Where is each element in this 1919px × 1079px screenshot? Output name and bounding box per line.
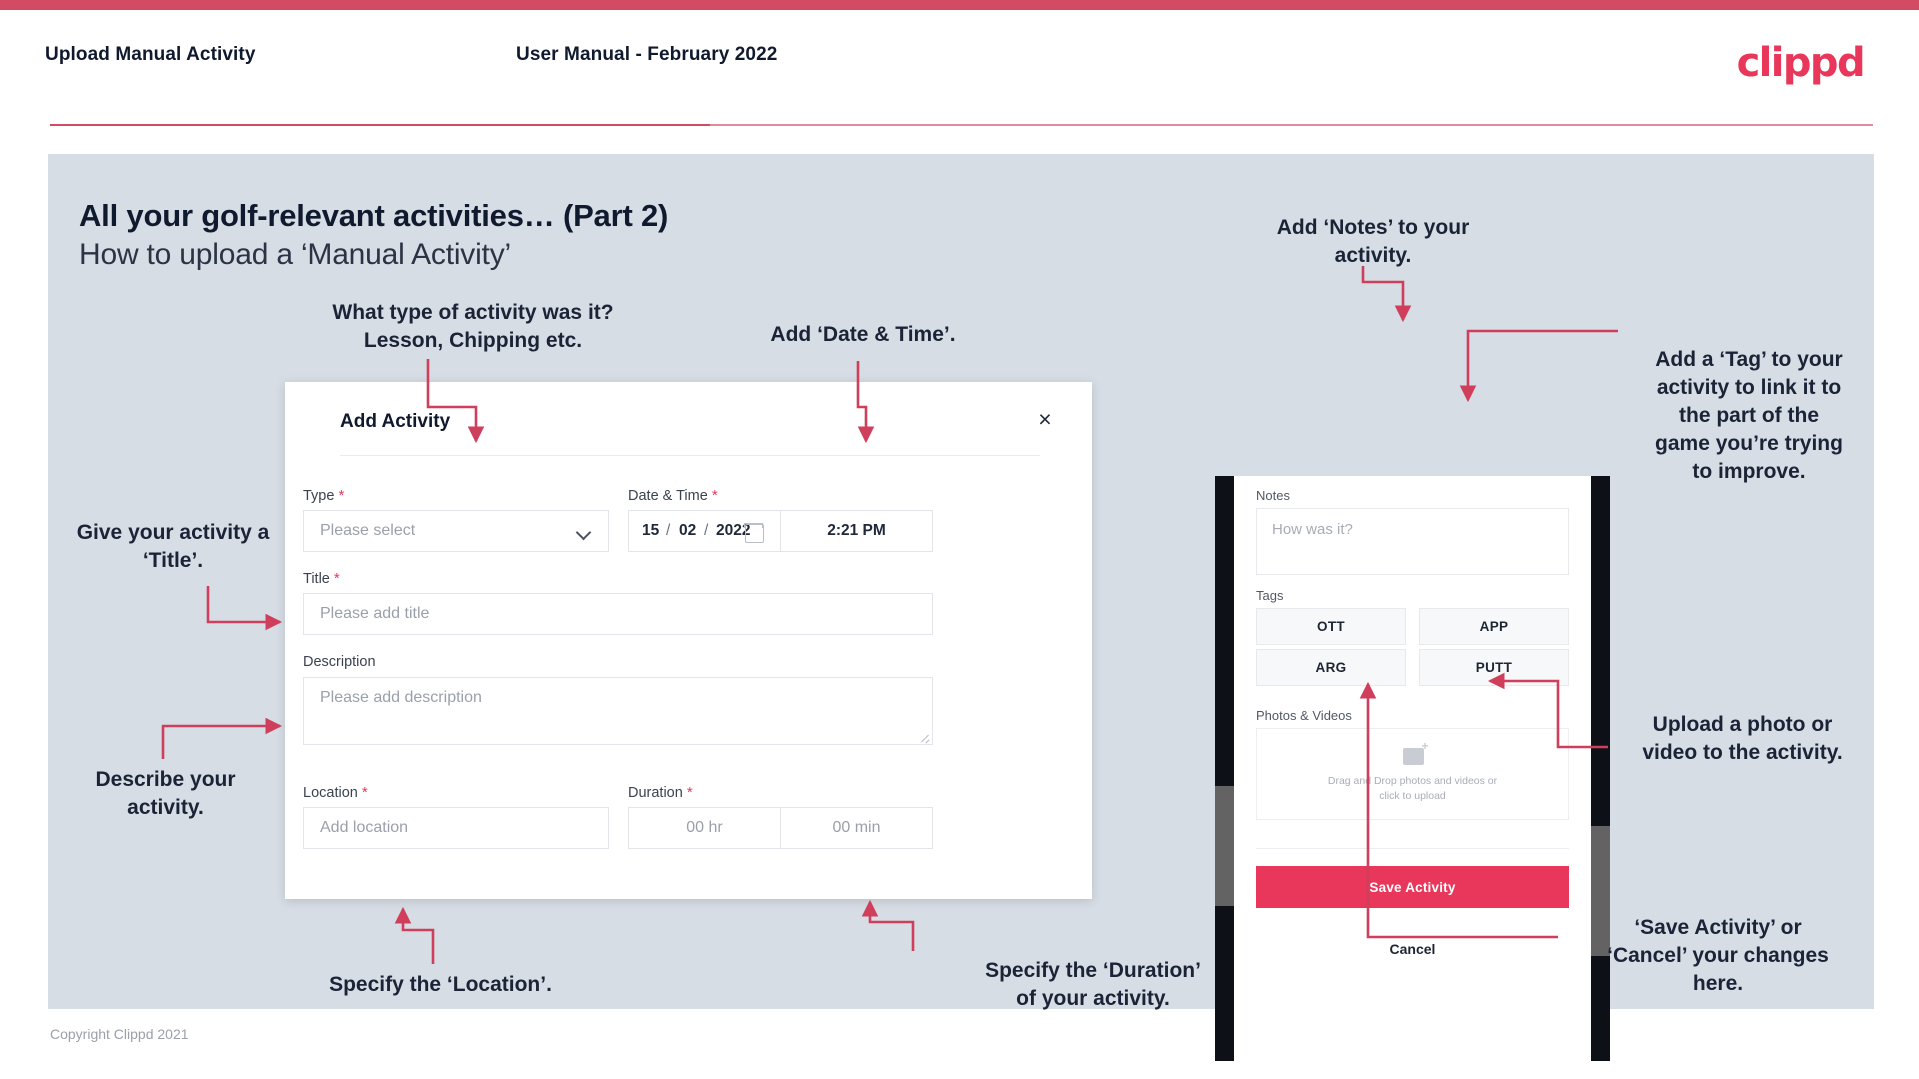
image-upload-icon (1402, 739, 1429, 765)
chevron-down-icon (576, 524, 592, 540)
annotation-location: Specify the ‘Location’. (329, 973, 552, 996)
tag-putt-label: PUTT (1475, 660, 1513, 675)
duration-label-text: Duration (628, 785, 683, 801)
location-label-text: Location (303, 785, 358, 801)
document-subtitle: User Manual - February 2022 (516, 44, 778, 65)
tag-arg[interactable]: ARG (1256, 649, 1406, 686)
duration-minutes-placeholder: 00 min (832, 819, 881, 836)
tag-app[interactable]: APP (1419, 608, 1569, 645)
description-placeholder: Please add description (320, 689, 482, 706)
cancel-button[interactable]: Cancel (1234, 941, 1591, 957)
header-divider-left (50, 124, 710, 126)
media-dropzone[interactable]: Drag and Drop photos and videos or click… (1256, 728, 1569, 820)
slide-stage: All your golf-relevant activities… (Part… (48, 154, 1874, 1061)
type-select[interactable]: Please select (303, 510, 609, 552)
media-label: Photos & Videos (1256, 708, 1352, 723)
media-drop-line-2: click to upload (1379, 790, 1446, 802)
date-month: 02 (679, 522, 697, 539)
tag-ott[interactable]: OTT (1256, 608, 1406, 645)
save-activity-button[interactable]: Save Activity (1256, 866, 1569, 908)
tag-app-label: APP (1479, 619, 1509, 634)
footer-copyright: Copyright Clippd 2021 (50, 1026, 189, 1042)
description-textarea[interactable]: Please add description (303, 677, 933, 745)
calendar-icon[interactable] (744, 523, 764, 543)
annotation-media: Upload a photo or video to the activity. (1642, 713, 1843, 764)
phone-screen: Notes How was it? Tags OTT APP ARG PUTT … (1234, 476, 1591, 1061)
description-label: Description (303, 654, 376, 670)
annotation-datetime: Add ‘Date & Time’. (770, 323, 956, 346)
time-value: 2:21 PM (827, 522, 886, 539)
title-input[interactable]: Please add title (303, 593, 933, 635)
notes-placeholder: How was it? (1272, 521, 1353, 538)
save-activity-label: Save Activity (1369, 879, 1456, 895)
title-placeholder: Please add title (320, 605, 430, 622)
annotation-tags: Add a ‘Tag’ to your activity to link it t… (1655, 348, 1843, 483)
date-input[interactable]: 15 / 02 / 2022 (628, 510, 781, 552)
resize-handle-icon[interactable] (920, 732, 929, 741)
clippd-logo: clippd (1736, 40, 1866, 86)
dialog-title: Add Activity (340, 411, 451, 432)
date-day: 15 (642, 522, 660, 539)
dialog-divider (340, 455, 1040, 456)
location-input[interactable]: Add location (303, 807, 609, 849)
title-label-text: Title (303, 571, 330, 587)
annotation-title: Give your activity a ‘Title’. (76, 521, 270, 572)
type-label-text: Type (303, 488, 335, 504)
duration-label: Duration * (628, 784, 693, 801)
datetime-label-text: Date & Time (628, 488, 708, 504)
annotation-duration: Specify the ‘Duration’ of your activity. (985, 959, 1201, 1010)
close-icon[interactable]: × (1032, 406, 1058, 432)
notes-label: Notes (1256, 488, 1290, 503)
tag-arg-label: ARG (1315, 660, 1347, 675)
time-input[interactable]: 2:21 PM (780, 510, 933, 552)
date-sep-2: / (704, 522, 709, 539)
phone-volume-button-left (1215, 786, 1234, 906)
duration-hours-input[interactable]: 00 hr (628, 807, 781, 849)
tags-label: Tags (1256, 588, 1284, 603)
annotation-save: ‘Save Activity’ or ‘Cancel’ your changes h… (1607, 916, 1829, 995)
phone-divider (1256, 848, 1569, 849)
annotation-type: What type of activity was it? Lesson, Chi… (332, 301, 614, 352)
date-sep-1: / (666, 522, 671, 539)
slide-subheading: How to upload a ‘Manual Activity’ (79, 238, 511, 271)
tag-putt[interactable]: PUTT (1419, 649, 1569, 686)
slide-heading: All your golf-relevant activities… (Part… (79, 198, 669, 233)
type-required-marker: * (338, 487, 345, 504)
location-required-marker: * (361, 784, 368, 801)
location-placeholder: Add location (320, 819, 409, 836)
add-activity-dialog: Add Activity × Type * Please select Date… (285, 382, 1092, 899)
tag-ott-label: OTT (1317, 619, 1345, 634)
type-placeholder: Please select (320, 522, 416, 539)
header-divider-right (710, 124, 1873, 126)
media-drop-line-1: Drag and Drop photos and videos or (1327, 775, 1498, 787)
type-label: Type * (303, 487, 344, 504)
top-accent-bar (0, 0, 1919, 10)
title-label: Title * (303, 570, 340, 587)
duration-hours-placeholder: 00 hr (686, 819, 723, 836)
title-required-marker: * (333, 570, 340, 587)
datetime-label: Date & Time * (628, 487, 718, 504)
datetime-required-marker: * (711, 487, 718, 504)
duration-minutes-input[interactable]: 00 min (780, 807, 933, 849)
location-label: Location * (303, 784, 368, 801)
annotation-notes: Add ‘Notes’ to your activity. (1276, 216, 1470, 267)
notes-textarea[interactable]: How was it? (1256, 508, 1569, 575)
duration-required-marker: * (686, 784, 693, 801)
page-title: Upload Manual Activity (45, 44, 256, 65)
annotation-description: Describe your activity. (95, 768, 236, 819)
phone-mockup: Notes How was it? Tags OTT APP ARG PUTT … (1215, 476, 1610, 1061)
